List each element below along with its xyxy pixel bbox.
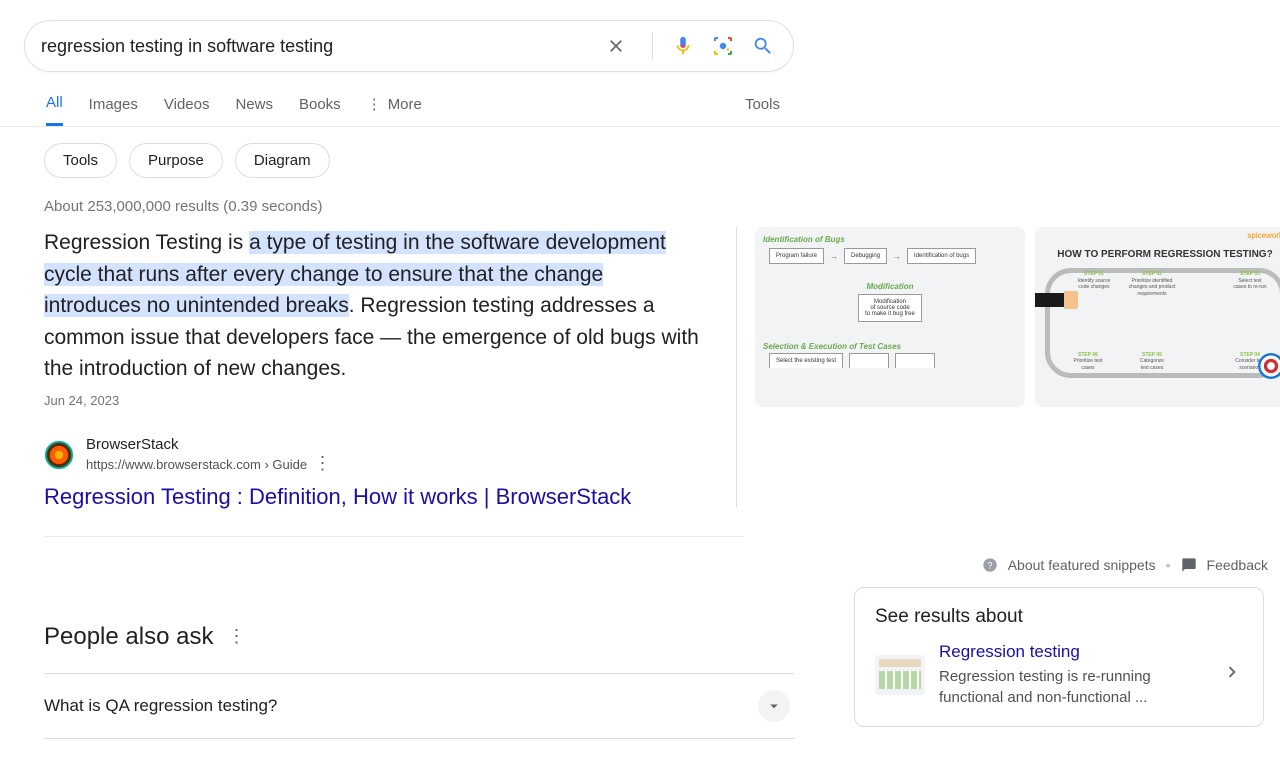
tabs-row: All Images Videos News Books ⋮ More Tool… bbox=[46, 94, 1280, 126]
result-source: BrowserStack https://www.browserstack.co… bbox=[44, 436, 704, 474]
thumb2-title: HOW TO PERFORM REGRESSION TESTING? bbox=[1041, 249, 1280, 260]
result-stats: About 253,000,000 results (0.39 seconds) bbox=[44, 198, 1280, 215]
hand-icon bbox=[1035, 293, 1068, 307]
search-input[interactable] bbox=[41, 36, 602, 57]
featured-snippet-text: Regression Testing is a type of testing … bbox=[44, 227, 704, 385]
svg-text:?: ? bbox=[987, 560, 992, 570]
paa-question-1[interactable]: What is QA regression testing? bbox=[44, 673, 794, 738]
clear-icon[interactable] bbox=[602, 32, 630, 60]
divider bbox=[44, 536, 744, 537]
thumb1-section2: Modification bbox=[763, 282, 1017, 291]
tab-images[interactable]: Images bbox=[89, 96, 138, 125]
source-favicon bbox=[44, 440, 74, 470]
expand-icon[interactable] bbox=[758, 690, 790, 722]
thumb1-box: Modificationof source codeto make it bug… bbox=[858, 294, 922, 322]
source-name: BrowserStack bbox=[86, 436, 332, 453]
more-dots-icon: ⋮ bbox=[367, 95, 382, 113]
kp-thumbnail bbox=[875, 655, 925, 695]
thumb1-box: Program failure bbox=[769, 248, 824, 264]
knowledge-panel: See results about Regression testing Reg… bbox=[854, 587, 1264, 727]
snippet-date: Jun 24, 2023 bbox=[44, 393, 704, 408]
help-icon[interactable]: ? bbox=[982, 557, 998, 573]
kp-link[interactable]: Regression testing bbox=[939, 642, 1207, 662]
image-thumbnail-1[interactable]: Identification of Bugs Program failure →… bbox=[755, 227, 1025, 407]
source-url[interactable]: https://www.browserstack.com › Guide bbox=[86, 457, 307, 472]
image-results: Identification of Bugs Program failure →… bbox=[736, 227, 1280, 507]
thumb1-section3: Selection & Execution of Test Cases bbox=[763, 342, 1017, 351]
divider bbox=[652, 32, 653, 60]
thumb1-box: Identification of bugs bbox=[907, 248, 976, 264]
chip-tools[interactable]: Tools bbox=[44, 143, 117, 178]
tab-books[interactable]: Books bbox=[299, 96, 341, 125]
kp-title: See results about bbox=[875, 606, 1243, 628]
chevron-right-icon[interactable] bbox=[1221, 661, 1243, 688]
image-thumbnail-2[interactable]: spiceworks HOW TO PERFORM REGRESSION TES… bbox=[1035, 227, 1280, 407]
mic-icon[interactable] bbox=[669, 32, 697, 60]
about-snippets-link[interactable]: About featured snippets bbox=[1008, 557, 1156, 573]
feedback-icon[interactable] bbox=[1181, 557, 1197, 573]
feedback-row: ? About featured snippets • Feedback bbox=[0, 557, 1268, 573]
thumb2-track: STEP 01Identify sourcecode changes STEP … bbox=[1045, 268, 1280, 378]
tab-videos[interactable]: Videos bbox=[164, 96, 210, 125]
thumb1-box: Select the existing test bbox=[769, 353, 843, 368]
people-also-ask-heading: People also ask ⋮ bbox=[44, 623, 794, 651]
tab-all[interactable]: All bbox=[46, 94, 63, 126]
thumb1-box: Debugging bbox=[844, 248, 887, 264]
result-title-link[interactable]: Regression Testing : Definition, How it … bbox=[44, 484, 704, 510]
tab-news[interactable]: News bbox=[235, 96, 273, 125]
dot-separator: • bbox=[1166, 557, 1171, 573]
chip-purpose[interactable]: Purpose bbox=[129, 143, 223, 178]
chip-diagram[interactable]: Diagram bbox=[235, 143, 330, 178]
more-options-icon[interactable]: ⋮ bbox=[227, 626, 245, 647]
target-icon bbox=[1258, 353, 1280, 379]
search-icon[interactable] bbox=[749, 32, 777, 60]
tab-tools[interactable]: Tools bbox=[745, 96, 780, 125]
tab-more[interactable]: ⋮ More bbox=[367, 95, 422, 125]
more-options-icon[interactable]: ⋮ bbox=[314, 453, 332, 473]
kp-description: Regression testing is re-running functio… bbox=[939, 666, 1207, 708]
search-bar[interactable] bbox=[24, 20, 794, 72]
filter-chips: Tools Purpose Diagram bbox=[44, 143, 1280, 178]
feedback-link[interactable]: Feedback bbox=[1207, 557, 1268, 573]
thumb1-section1: Identification of Bugs bbox=[763, 235, 1017, 244]
thumb2-logo: spiceworks bbox=[1247, 231, 1280, 240]
lens-icon[interactable] bbox=[709, 32, 737, 60]
kp-item[interactable]: Regression testing Regression testing is… bbox=[875, 642, 1243, 708]
